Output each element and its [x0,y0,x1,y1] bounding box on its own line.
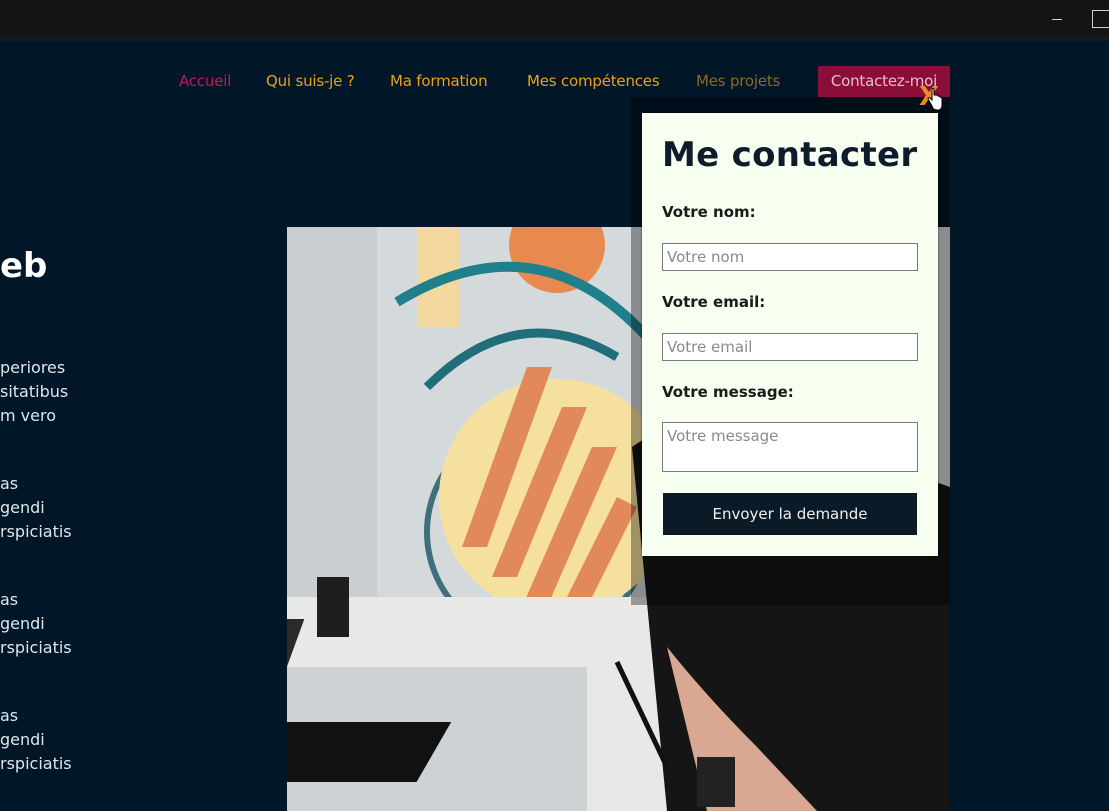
nav-accueil[interactable]: Accueil [179,70,231,92]
email-field[interactable] [662,333,918,361]
nav-ma-formation[interactable]: Ma formation [390,70,488,92]
hero-paragraph: as gendi rspiciatis [0,590,72,657]
name-label: Votre nom: [662,203,756,221]
modal-title: Me contacter [662,135,918,175]
hero-paragraph: as gendi rspiciatis [0,474,72,541]
submit-button[interactable]: Envoyer la demande [663,493,917,535]
nav-mes-competences[interactable]: Mes compétences [527,70,660,92]
titlebar-divider [0,37,1109,41]
nav-qui-suis-je[interactable]: Qui suis-je ? [266,70,355,92]
window-titlebar [0,0,1109,37]
nav-mes-projets[interactable]: Mes projets [696,70,780,92]
message-label: Votre message: [662,383,794,401]
hero-paragraph: as gendi rspiciatis [0,706,72,773]
hero-title: eb [0,246,48,286]
message-field[interactable] [662,422,918,472]
hand-cursor-icon [927,88,943,111]
contact-modal: Me contacter Votre nom: Votre email: Vot… [642,113,938,556]
minimize-icon[interactable] [1044,6,1070,32]
name-field[interactable] [662,243,918,271]
hero-paragraph: periores sitatibus m vero [0,358,69,425]
maximize-icon[interactable] [1092,10,1109,28]
email-label: Votre email: [662,293,766,311]
